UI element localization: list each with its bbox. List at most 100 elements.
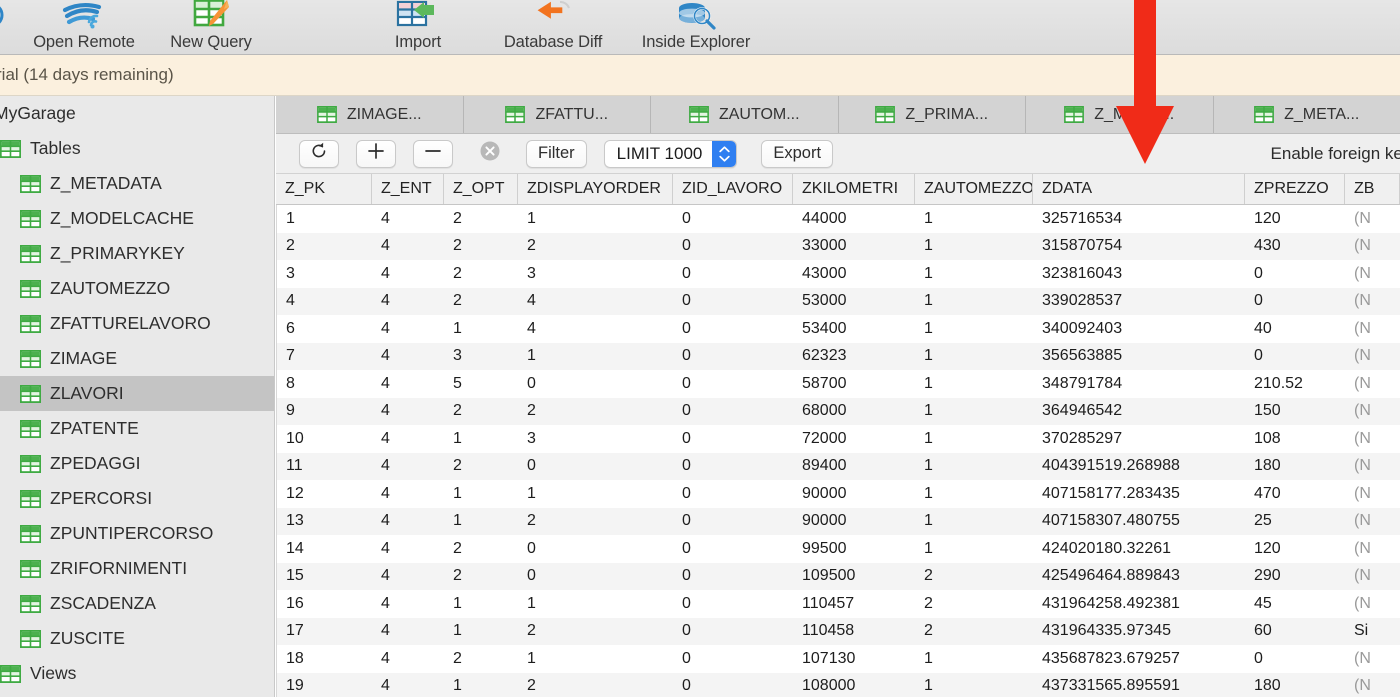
table-row[interactable]: 7 4 3 1 0 62323 1 356563885 0 (N xyxy=(276,342,1400,371)
cell-zb[interactable]: (N xyxy=(1345,260,1400,288)
tab-zautom[interactable]: ZAUTOM... xyxy=(651,96,839,133)
cell-zb[interactable]: (N xyxy=(1345,645,1400,673)
cell-zprezzo[interactable]: 60 xyxy=(1245,618,1345,646)
cell-zdisplayorder[interactable]: 2 xyxy=(518,618,673,646)
toolbar-item-new-query[interactable]: New Query xyxy=(152,0,270,55)
cell-zkilometri[interactable]: 99500 xyxy=(793,535,915,563)
cell-zid_lavoro[interactable]: 0 xyxy=(673,590,793,618)
cell-zid_lavoro[interactable]: 0 xyxy=(673,343,793,371)
cell-zid_lavoro[interactable]: 0 xyxy=(673,618,793,646)
cell-zautomezzo[interactable]: 1 xyxy=(915,260,1033,288)
grid-column-header-z_pk[interactable]: Z_PK xyxy=(276,174,372,204)
cell-zb[interactable]: (N xyxy=(1345,535,1400,563)
cell-z_ent[interactable]: 4 xyxy=(372,398,444,426)
cell-zdata[interactable]: 424020180.32261 xyxy=(1033,535,1245,563)
toolbar-item-inside-explorer[interactable]: Inside Explorer xyxy=(620,0,772,55)
cell-zautomezzo[interactable]: 1 xyxy=(915,535,1033,563)
tab-zimage[interactable]: ZIMAGE... xyxy=(276,96,464,133)
cell-zdata[interactable]: 407158307.480755 xyxy=(1033,508,1245,536)
cell-zprezzo[interactable]: 40 xyxy=(1245,315,1345,343)
cell-zdata[interactable]: 315870754 xyxy=(1033,233,1245,261)
cell-z_ent[interactable]: 4 xyxy=(372,480,444,508)
cell-zdisplayorder[interactable]: 4 xyxy=(518,288,673,316)
cell-zdisplayorder[interactable]: 2 xyxy=(518,508,673,536)
cell-z_ent[interactable]: 4 xyxy=(372,260,444,288)
cell-z_opt[interactable]: 2 xyxy=(444,398,518,426)
limit-stepper[interactable]: LIMIT 1000 xyxy=(603,139,738,168)
cell-zdata[interactable]: 340092403 xyxy=(1033,315,1245,343)
cell-z_pk[interactable]: 3 xyxy=(276,260,372,288)
cell-zb[interactable]: (N xyxy=(1345,315,1400,343)
cell-z_opt[interactable]: 2 xyxy=(444,535,518,563)
cell-zautomezzo[interactable]: 1 xyxy=(915,288,1033,316)
cell-z_pk[interactable]: 2 xyxy=(276,232,372,260)
cell-zautomezzo[interactable]: 1 xyxy=(915,205,1033,233)
clear-filter-button[interactable] xyxy=(470,140,510,168)
cell-zdata[interactable]: 407158177.283435 xyxy=(1033,480,1245,508)
cell-zkilometri[interactable]: 58700 xyxy=(793,370,915,398)
sidebar-item-zautomezzo[interactable]: ZAUTOMEZZO xyxy=(0,271,274,306)
sidebar-item-z_primarykey[interactable]: Z_PRIMARYKEY xyxy=(0,236,274,271)
cell-zautomezzo[interactable]: 2 xyxy=(915,618,1033,646)
cell-z_pk[interactable]: 15 xyxy=(276,562,372,590)
add-record-button[interactable] xyxy=(356,139,396,168)
grid-column-header-zkilometri[interactable]: ZKILOMETRI xyxy=(793,174,915,204)
cell-zprezzo[interactable]: 150 xyxy=(1245,398,1345,426)
grid-column-header-zautomezzo[interactable]: ZAUTOMEZZO xyxy=(915,174,1033,204)
sidebar-item-database[interactable]: MyGarage xyxy=(0,96,274,131)
grid-column-header-z_opt[interactable]: Z_OPT xyxy=(444,174,518,204)
cell-z_pk[interactable]: 12 xyxy=(276,480,372,508)
cell-z_opt[interactable]: 2 xyxy=(444,260,518,288)
table-row[interactable]: 16 4 1 1 0 110457 2 431964258.492381 45 (N xyxy=(276,590,1400,618)
sidebar-group-views[interactable]: Views xyxy=(0,656,274,691)
cell-zkilometri[interactable]: 108000 xyxy=(793,673,915,697)
cell-z_pk[interactable]: 6 xyxy=(276,315,372,343)
cell-z_opt[interactable]: 5 xyxy=(444,370,518,398)
cell-z_pk[interactable]: 14 xyxy=(276,535,372,563)
cell-zautomezzo[interactable]: 1 xyxy=(915,508,1033,536)
cell-zb[interactable]: (N xyxy=(1345,205,1400,233)
sidebar-item-zrifornimenti[interactable]: ZRIFORNIMENTI xyxy=(0,551,274,586)
toolbar-item-open-remote[interactable]: Open Remote xyxy=(20,0,148,55)
table-row[interactable]: 18 4 2 1 0 107130 1 435687823.679257 0 (N xyxy=(276,645,1400,673)
sidebar-item-zpercorsi[interactable]: ZPERCORSI xyxy=(0,481,274,516)
cell-zdisplayorder[interactable]: 0 xyxy=(518,370,673,398)
cell-z_ent[interactable]: 4 xyxy=(372,673,444,697)
cell-z_pk[interactable]: 13 xyxy=(276,507,372,535)
cell-z_ent[interactable]: 4 xyxy=(372,370,444,398)
toolbar-item-import[interactable]: Import xyxy=(370,0,466,55)
cell-zkilometri[interactable]: 44000 xyxy=(793,205,915,233)
grid-column-header-zb[interactable]: ZB xyxy=(1345,174,1400,204)
cell-zkilometri[interactable]: 110458 xyxy=(793,618,915,646)
cell-zb[interactable]: (N xyxy=(1345,233,1400,261)
sidebar-item-zpedaggi[interactable]: ZPEDAGGI xyxy=(0,446,274,481)
cell-zkilometri[interactable]: 53000 xyxy=(793,288,915,316)
cell-zb[interactable]: (N xyxy=(1345,425,1400,453)
cell-zdisplayorder[interactable]: 4 xyxy=(518,315,673,343)
cell-zb[interactable]: (N xyxy=(1345,288,1400,316)
cell-zdisplayorder[interactable]: 1 xyxy=(518,205,673,233)
cell-z_pk[interactable]: 17 xyxy=(276,617,372,645)
cell-zdata[interactable]: 431964258.492381 xyxy=(1033,590,1245,618)
cell-zid_lavoro[interactable]: 0 xyxy=(673,453,793,481)
sidebar-item-zpuntipercorso[interactable]: ZPUNTIPERCORSO xyxy=(0,516,274,551)
cell-z_opt[interactable]: 3 xyxy=(444,343,518,371)
cell-zautomezzo[interactable]: 1 xyxy=(915,480,1033,508)
table-row[interactable]: 1 4 2 1 0 44000 1 325716534 120 (N xyxy=(276,205,1400,233)
tab-z_prima[interactable]: Z_PRIMA... xyxy=(838,96,1026,133)
cell-zid_lavoro[interactable]: 0 xyxy=(673,535,793,563)
cell-zdisplayorder[interactable]: 1 xyxy=(518,480,673,508)
cell-zprezzo[interactable]: 120 xyxy=(1245,205,1345,233)
refresh-button[interactable] xyxy=(299,139,339,168)
cell-zkilometri[interactable]: 90000 xyxy=(793,480,915,508)
grid-body[interactable]: 1 4 2 1 0 44000 1 325716534 120 (N 2 4 2 2 0 33000 1 3158… xyxy=(276,205,1400,697)
cell-zprezzo[interactable]: 290 xyxy=(1245,563,1345,591)
sidebar-item-z_metadata[interactable]: Z_METADATA xyxy=(0,166,274,201)
sidebar-group-tables[interactable]: Tables xyxy=(0,131,274,166)
cell-z_opt[interactable]: 1 xyxy=(444,480,518,508)
cell-z_pk[interactable]: 8 xyxy=(276,370,372,398)
cell-zprezzo[interactable]: 108 xyxy=(1245,425,1345,453)
table-row[interactable]: 17 4 1 2 0 110458 2 431964335.97345 60 Si xyxy=(276,617,1400,646)
cell-z_pk[interactable]: 16 xyxy=(276,590,372,618)
cell-zdata[interactable]: 425496464.889843 xyxy=(1033,563,1245,591)
